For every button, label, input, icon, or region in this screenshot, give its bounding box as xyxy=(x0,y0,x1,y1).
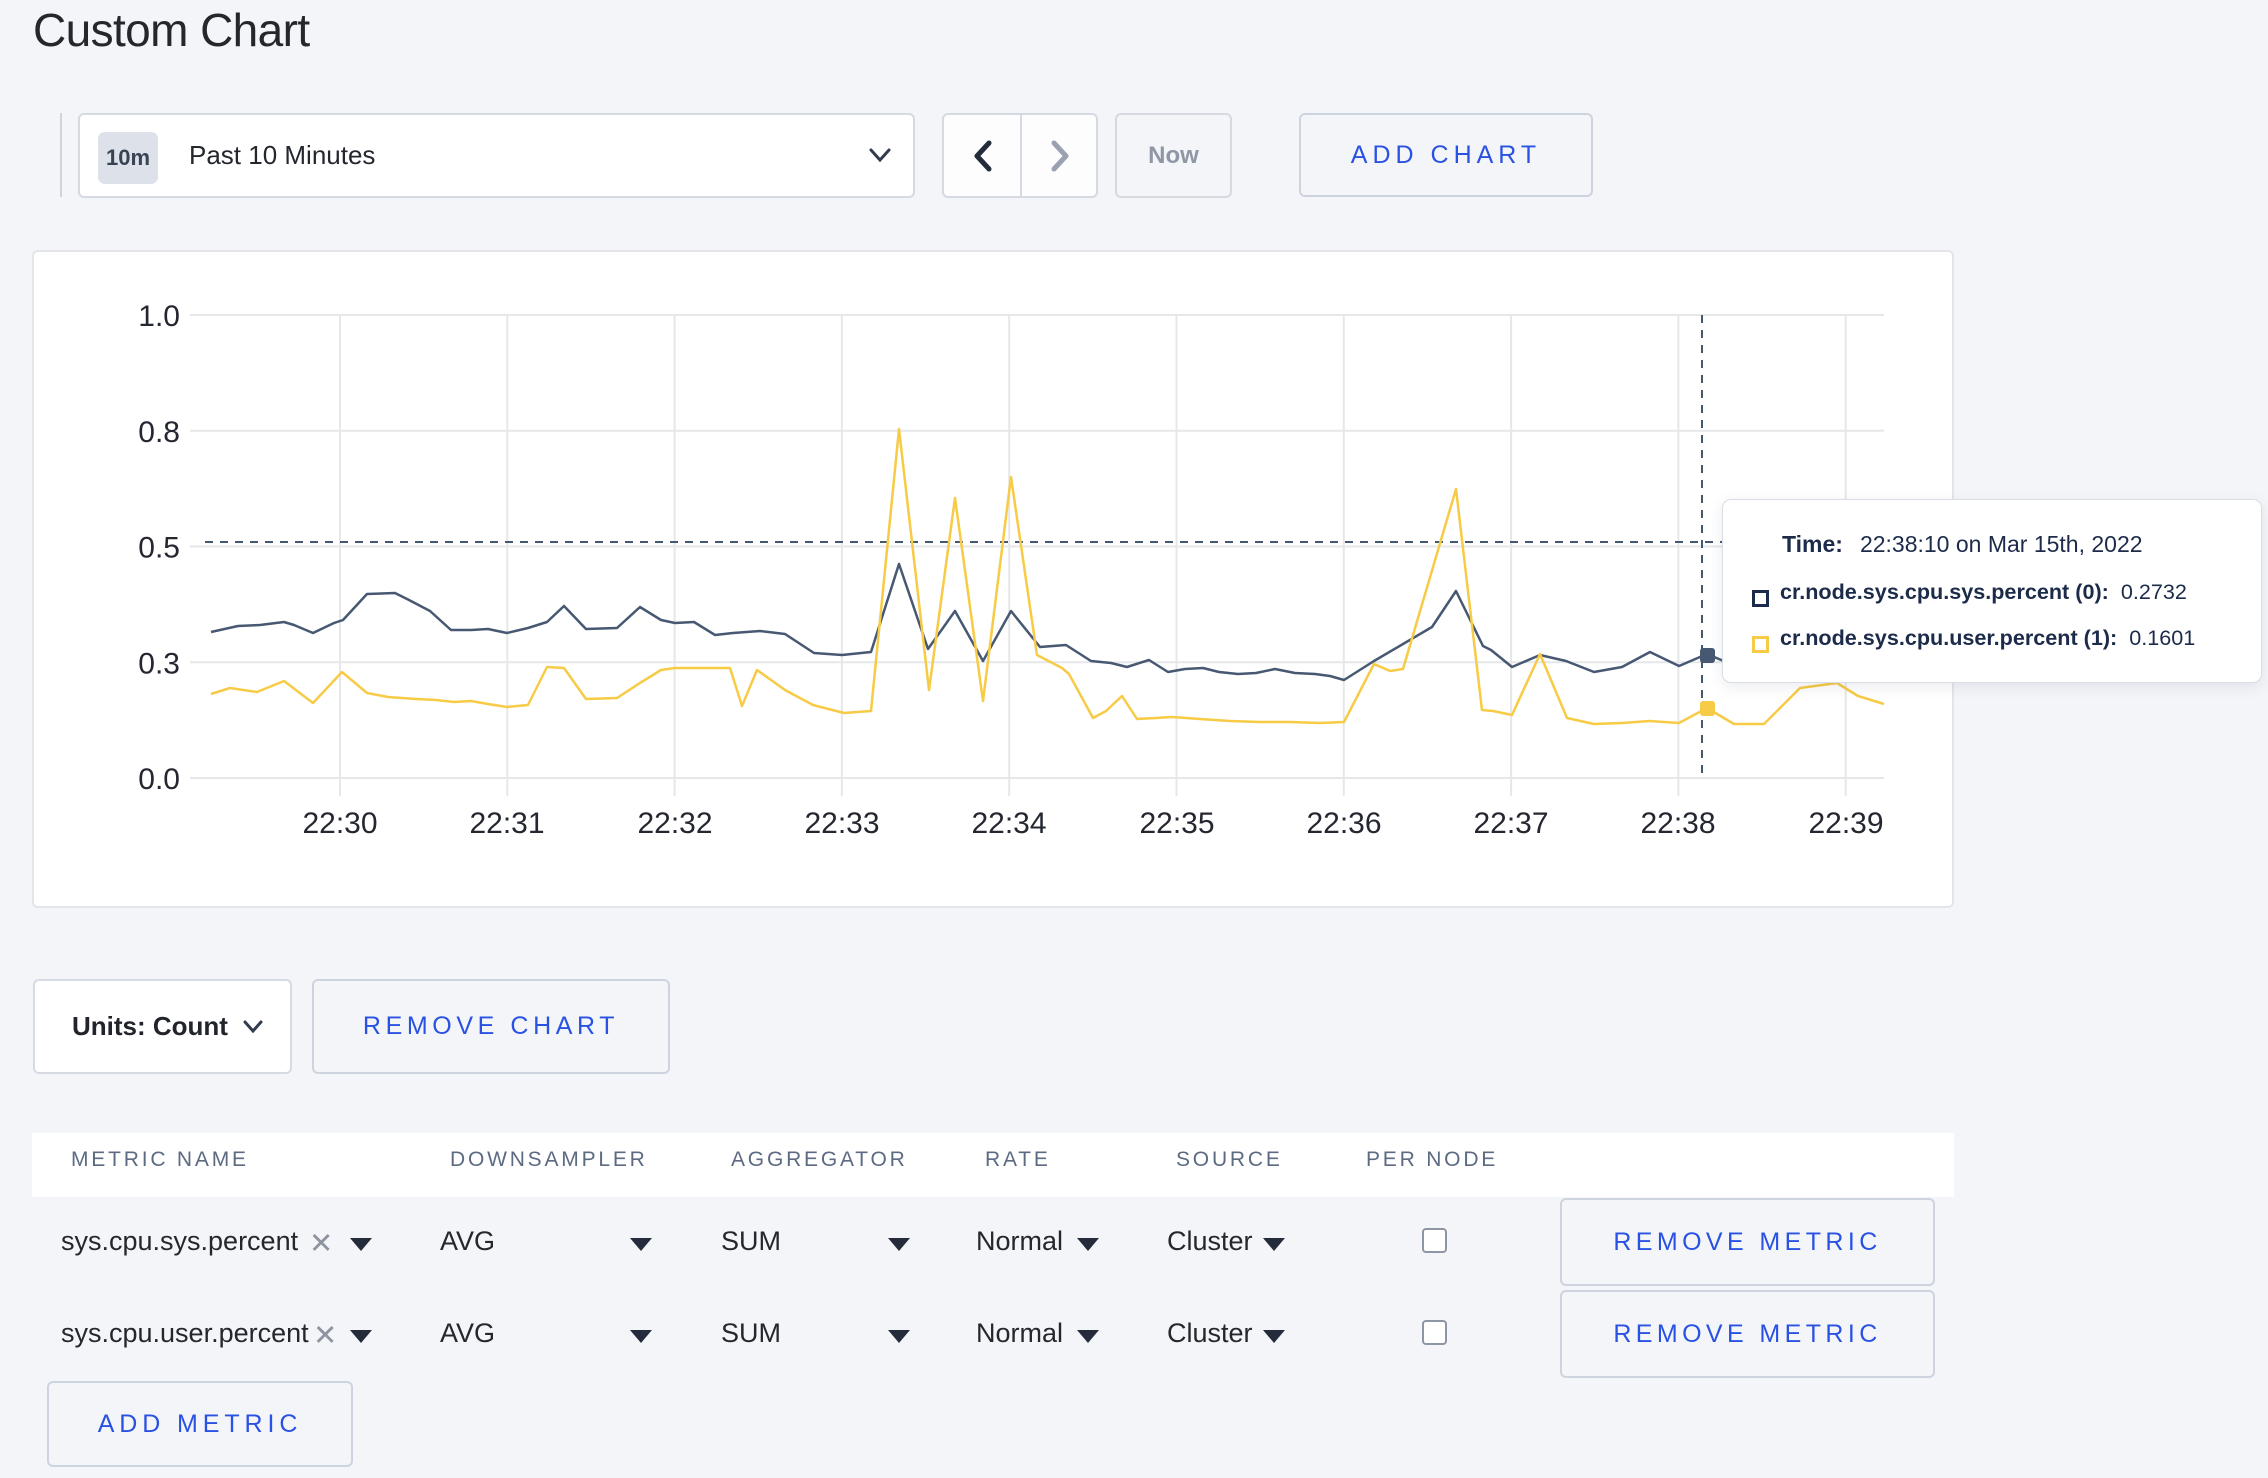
svg-text:22:35: 22:35 xyxy=(1139,807,1214,840)
svg-text:0.3: 0.3 xyxy=(138,647,180,680)
svg-text:22:34: 22:34 xyxy=(971,807,1046,840)
svg-text:22:39: 22:39 xyxy=(1808,807,1883,840)
svg-text:22:32: 22:32 xyxy=(637,807,712,840)
svg-text:22:33: 22:33 xyxy=(804,807,879,840)
svg-text:1.0: 1.0 xyxy=(138,300,180,333)
svg-text:22:30: 22:30 xyxy=(302,807,377,840)
svg-text:22:37: 22:37 xyxy=(1473,807,1548,840)
svg-text:0.0: 0.0 xyxy=(138,763,180,796)
svg-text:0.5: 0.5 xyxy=(138,532,180,565)
svg-text:0.8: 0.8 xyxy=(138,416,180,449)
svg-text:22:38: 22:38 xyxy=(1640,807,1715,840)
svg-text:22:31: 22:31 xyxy=(469,807,544,840)
svg-text:22:36: 22:36 xyxy=(1306,807,1381,840)
